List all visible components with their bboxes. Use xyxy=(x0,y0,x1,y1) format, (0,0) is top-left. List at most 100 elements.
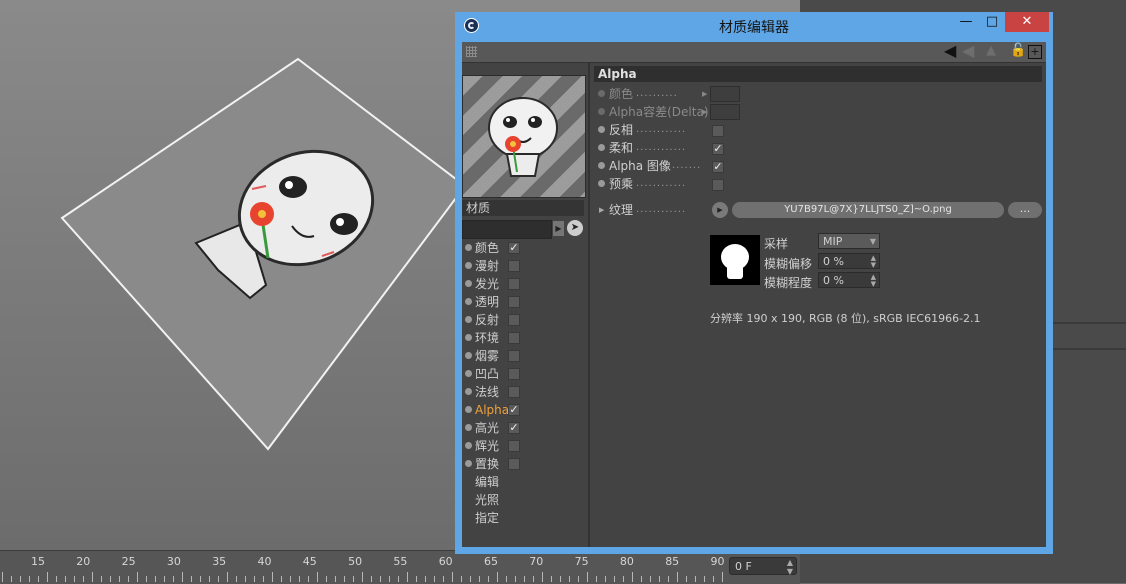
channel-item[interactable]: Alpha ✓ xyxy=(462,401,588,419)
radio-icon[interactable] xyxy=(598,90,605,97)
channel-checkbox[interactable] xyxy=(508,350,520,362)
channel-checkbox[interactable]: ✓ xyxy=(508,242,520,254)
invert-checkbox[interactable] xyxy=(712,125,724,137)
expand-arrow-icon[interactable]: ▶ xyxy=(702,85,707,103)
texture-browse-button[interactable]: ... xyxy=(1008,202,1042,218)
timeline-tick xyxy=(407,572,408,582)
channel-item[interactable]: 发光 xyxy=(462,275,588,293)
timeline-tick xyxy=(371,576,372,582)
radio-icon[interactable] xyxy=(465,370,472,377)
channel-checkbox[interactable] xyxy=(508,386,520,398)
up-arrow-icon[interactable]: ▲ xyxy=(986,43,996,58)
timeline-tick xyxy=(479,576,480,582)
radio-icon[interactable] xyxy=(465,424,472,431)
channel-item[interactable]: 高光 ✓ xyxy=(462,419,588,437)
premultiply-checkbox[interactable] xyxy=(712,179,724,191)
expand-arrow-icon[interactable]: ▶ xyxy=(702,103,707,121)
radio-icon[interactable] xyxy=(465,244,472,251)
radio-icon[interactable] xyxy=(465,262,472,269)
resolution-info: 分辨率 190 x 190, RGB (8 位), sRGB IEC61966-… xyxy=(710,312,981,325)
back-arrow-icon[interactable]: ◀ xyxy=(944,41,956,60)
timeline-tick xyxy=(92,572,93,582)
radio-icon[interactable] xyxy=(465,460,472,467)
forward-arrow-icon[interactable]: ◀ xyxy=(962,41,974,60)
timeline-tick xyxy=(119,576,120,582)
radio-icon[interactable] xyxy=(465,298,472,305)
channel-item[interactable]: 漫射 xyxy=(462,257,588,275)
channel-checkbox[interactable]: ✓ xyxy=(508,422,520,434)
texture-label: 纹理 xyxy=(609,203,634,217)
channel-checkbox[interactable] xyxy=(508,296,520,308)
texture-menu-icon[interactable]: ▶ xyxy=(712,202,728,218)
spinner-icon[interactable]: ▲ ▼ xyxy=(871,274,876,288)
spinner-icon[interactable]: ▲ ▼ xyxy=(871,255,876,269)
color-label: 颜色 xyxy=(609,87,634,101)
alpha-image-row: Alpha 图像 ....... ✓ xyxy=(594,157,1042,175)
channel-item[interactable]: 环境 xyxy=(462,329,588,347)
channel-checkbox[interactable] xyxy=(508,314,520,326)
material-name-field[interactable] xyxy=(462,220,552,239)
channel-checkbox[interactable] xyxy=(508,458,520,470)
sampling-dropdown[interactable]: MIP ▼ xyxy=(818,233,880,249)
timeline-tick xyxy=(443,576,444,582)
channel-item[interactable]: 凹凸 xyxy=(462,365,588,383)
timeline-tick-label: 90 xyxy=(710,555,725,568)
frame-spinner-icon[interactable]: ▲ ▼ xyxy=(787,558,793,576)
channel-checkbox[interactable] xyxy=(508,440,520,452)
blur-scale-field[interactable]: 0 % ▲ ▼ xyxy=(818,272,880,288)
delta-swatch[interactable] xyxy=(710,104,740,120)
grip-icon[interactable] xyxy=(466,46,477,57)
radio-icon[interactable] xyxy=(465,388,472,395)
timeline-tick xyxy=(47,572,48,582)
radio-icon[interactable] xyxy=(465,334,472,341)
title-bar[interactable]: 材质编辑器 — □ ✕ xyxy=(455,12,1053,40)
channel-link[interactable]: 指定 xyxy=(462,509,588,527)
radio-icon[interactable] xyxy=(598,180,605,187)
maximize-button[interactable]: □ xyxy=(979,12,1005,32)
minimize-button[interactable]: — xyxy=(953,12,979,32)
color-swatch[interactable] xyxy=(710,86,740,102)
lock-icon[interactable]: 🔓 xyxy=(1010,43,1026,58)
channel-item[interactable]: 透明 xyxy=(462,293,588,311)
timeline-tick-label: 65 xyxy=(484,555,498,568)
channel-item[interactable]: 法线 xyxy=(462,383,588,401)
texture-expand-icon[interactable]: ▶ xyxy=(599,201,604,219)
blur-offset-field[interactable]: 0 % ▲ ▼ xyxy=(818,253,880,269)
soft-checkbox[interactable]: ✓ xyxy=(712,143,724,155)
material-name-label[interactable]: 材质 xyxy=(462,200,584,216)
radio-icon[interactable] xyxy=(465,352,472,359)
add-window-icon[interactable]: + xyxy=(1028,45,1042,59)
texture-file-button[interactable]: YU7B97L@7X}7LLJTS0_Z]~O.png xyxy=(732,202,1004,218)
channel-label: 颜色 xyxy=(475,241,500,255)
channel-item[interactable]: 置换 xyxy=(462,455,588,473)
close-button[interactable]: ✕ xyxy=(1005,12,1049,32)
radio-icon[interactable] xyxy=(465,406,472,413)
channel-checkbox[interactable]: ✓ xyxy=(508,404,520,416)
channel-link[interactable]: 光照 xyxy=(462,491,588,509)
field-arrow-icon[interactable]: ▶ xyxy=(553,221,564,236)
material-preview[interactable] xyxy=(462,75,586,198)
channel-item[interactable]: 颜色 ✓ xyxy=(462,239,588,257)
channel-item[interactable]: 反射 xyxy=(462,311,588,329)
radio-icon[interactable] xyxy=(598,162,605,169)
channel-checkbox[interactable] xyxy=(508,332,520,344)
timeline-tick xyxy=(110,576,111,582)
channel-checkbox[interactable] xyxy=(508,260,520,272)
frame-field[interactable]: 0 F ▲ ▼ xyxy=(729,557,797,576)
channel-item[interactable]: 辉光 xyxy=(462,437,588,455)
timeline-tick xyxy=(272,572,273,582)
radio-icon[interactable] xyxy=(465,316,472,323)
alpha-image-checkbox[interactable]: ✓ xyxy=(712,161,724,173)
editor-client: ◀ ◀ ▲ 🔓 + 材质 ▶ ➤ 颜色 ✓ 漫射 发光 透明 反射 环境 烟雾 … xyxy=(462,41,1046,547)
timeline-ruler[interactable]: 15 20 25 30 35 40 45 50 55 60 65 70 75 80 85 90 xyxy=(0,550,800,584)
radio-icon[interactable] xyxy=(598,144,605,151)
channel-link[interactable]: 编辑 xyxy=(462,473,588,491)
channel-checkbox[interactable] xyxy=(508,278,520,290)
channel-checkbox[interactable] xyxy=(508,368,520,380)
radio-icon[interactable] xyxy=(465,442,472,449)
channel-item[interactable]: 烟雾 xyxy=(462,347,588,365)
radio-icon[interactable] xyxy=(598,126,605,133)
radio-icon[interactable] xyxy=(465,280,472,287)
radio-icon[interactable] xyxy=(598,108,605,115)
cursor-picker-icon[interactable]: ➤ xyxy=(567,220,583,236)
